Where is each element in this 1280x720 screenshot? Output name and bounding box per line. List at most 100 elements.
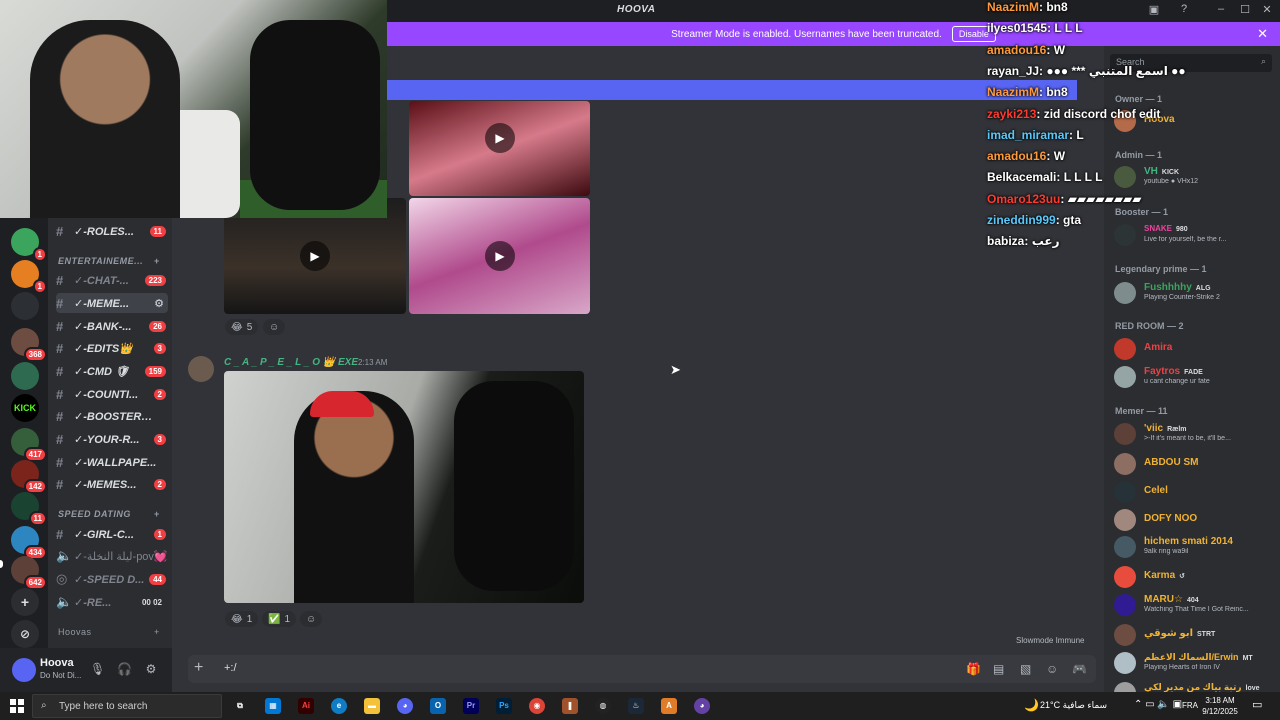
steam-icon[interactable]: ♨: [628, 698, 644, 714]
obs-icon[interactable]: ◍: [595, 698, 611, 714]
member-item[interactable]: 'viic Rælm >-If it's meant to be, it'll be…: [1114, 421, 1276, 445]
kick-server-icon[interactable]: KICK: [11, 394, 39, 422]
message-author[interactable]: C _ A _ P _ E _ L _ O 👑 EXE: [224, 357, 358, 368]
emoji-icon[interactable]: ☺: [1046, 662, 1058, 676]
tray-icons[interactable]: ⌃ ▭ 🔈 ▣: [1134, 699, 1182, 710]
server-icon[interactable]: 642: [11, 556, 47, 590]
video-attachment[interactable]: ▶: [409, 198, 590, 314]
add-reaction-icon[interactable]: ☺: [263, 319, 286, 335]
channel-wallpapers[interactable]: # ✓-WALLPAPE...: [56, 452, 168, 472]
category-entertainment[interactable]: ENTERTAINEME... +: [58, 256, 159, 266]
headphones-icon[interactable]: 🎧: [117, 662, 132, 676]
server-icon[interactable]: 434: [11, 526, 47, 560]
server-icon[interactable]: 1: [11, 228, 47, 262]
outlook-icon[interactable]: O: [430, 698, 446, 714]
image-attachment[interactable]: [224, 371, 584, 603]
member-item[interactable]: السماك الاعظم/Erwin MT Playing Hearts of I…: [1114, 650, 1276, 674]
illustrator-icon[interactable]: Ai: [298, 698, 314, 714]
member-item[interactable]: رتبة بياك من مدير لكي love: [1114, 680, 1276, 692]
server-icon[interactable]: 142: [11, 460, 47, 494]
sticker-icon[interactable]: ▧: [1020, 662, 1031, 676]
twitch-chat-line: babiza: رعب: [987, 234, 1060, 248]
photoshop-icon[interactable]: Ps: [496, 698, 512, 714]
attach-plus-icon[interactable]: +: [194, 659, 203, 677]
member-item[interactable]: hichem smati 2014 9alk ring wa9il: [1114, 534, 1276, 558]
channel-girl-c[interactable]: # ✓-GIRL-C... 1: [56, 524, 168, 544]
member-item[interactable]: Amira: [1114, 336, 1276, 360]
voice-channel-pov[interactable]: 🔈 ✓-ليلة النخلة-pov💓: [56, 546, 168, 566]
channel-counting[interactable]: # ✓-COUNTI... 2: [56, 384, 168, 404]
channel-memes[interactable]: # ✓-MEMES... 2: [56, 474, 168, 494]
stage-icon: ◎: [56, 571, 68, 586]
channel-cmd[interactable]: # ✓-CMD 🛡 159: [56, 361, 168, 381]
server-icon[interactable]: [11, 362, 39, 390]
play-icon[interactable]: ▶: [300, 241, 330, 271]
member-item[interactable]: MARU☆ 404 Watching That Time I Got Reinc..…: [1114, 592, 1276, 616]
edge-icon[interactable]: e: [331, 698, 347, 714]
member-item[interactable]: ابو شوقي STRT: [1114, 622, 1276, 646]
message-input[interactable]: +:/: [224, 662, 237, 674]
channel-roles[interactable]: # ✓-ROLES... 11: [56, 221, 168, 241]
gif-icon[interactable]: ▤: [993, 662, 1004, 676]
file-explorer-icon[interactable]: ▬: [364, 698, 380, 714]
gear-icon[interactable]: ⚙: [144, 662, 158, 676]
avatar[interactable]: [12, 658, 36, 682]
add-server-icon[interactable]: +: [11, 588, 39, 616]
member-item[interactable]: Celel: [1114, 479, 1276, 503]
avatar: [1114, 423, 1136, 445]
play-icon[interactable]: ▶: [485, 241, 515, 271]
message-composer[interactable]: + +:/ 🎁 ▤ ▧ ☺ 🎮: [188, 655, 1096, 683]
discord-icon[interactable]: ◕: [397, 698, 413, 714]
video-attachment[interactable]: ▶: [409, 101, 590, 196]
server-icon[interactable]: [11, 292, 39, 320]
reaction[interactable]: 😂 1: [225, 611, 259, 627]
server-icon[interactable]: 417: [11, 428, 47, 462]
channel-edits[interactable]: # ✓-EDITS👑 3: [56, 338, 168, 358]
hash-icon: #: [56, 526, 64, 542]
twitch-chat-message: : L L L: [1047, 21, 1083, 36]
premiere-icon[interactable]: Pr: [463, 698, 479, 714]
category-speed-dating[interactable]: SPEED DATING +: [58, 509, 159, 519]
reaction[interactable]: ✅ 1: [262, 611, 297, 627]
clock[interactable]: 3:18 AM 9/12/2025: [1196, 695, 1244, 717]
member-item[interactable]: ABDOU SM: [1114, 451, 1276, 475]
hash-icon: #: [56, 223, 64, 239]
server-icon[interactable]: 11: [11, 492, 47, 526]
chrome-icon[interactable]: ◉: [529, 698, 545, 714]
channel-bank[interactable]: # ✓-BANK-... 26: [56, 316, 168, 336]
server-icon[interactable]: 368: [11, 328, 47, 362]
avatar: [1114, 594, 1136, 616]
server-icon[interactable]: 1: [11, 260, 47, 294]
discover-icon[interactable]: ⊘: [11, 620, 39, 648]
windows-start-icon[interactable]: [10, 699, 24, 713]
notification-icon[interactable]: ▭: [1252, 698, 1262, 711]
avatar[interactable]: [188, 356, 214, 382]
twitch-icon[interactable]: ◕: [694, 698, 710, 714]
settings-icon[interactable]: ⚙: [154, 297, 164, 310]
new-messages-bar[interactable]: [387, 80, 1077, 100]
microphone-icon[interactable]: 🎙: [90, 662, 105, 676]
member-item[interactable]: Fushhhhy ALG Playing Counter-Strike 2: [1114, 280, 1276, 304]
channel-booster[interactable]: # ✓-BOOSTER💜: [56, 406, 168, 426]
channel-memes-active[interactable]: # ✓-MEME... ⚙: [56, 293, 168, 313]
app-icon[interactable]: A: [661, 698, 677, 714]
taskbar-search[interactable]: ⌕ Type here to search: [32, 694, 222, 718]
store-icon[interactable]: ▦: [265, 698, 281, 714]
weather-text[interactable]: 21°C سماء صافية: [1040, 700, 1107, 711]
member-item[interactable]: Karma ↺: [1114, 564, 1276, 588]
category-hoovas[interactable]: Hoovas +: [58, 627, 159, 637]
app-icon[interactable]: ❚: [562, 698, 578, 714]
add-reaction-icon[interactable]: ☺: [300, 611, 323, 627]
channel-chat[interactable]: # ✓-CHAT-... 223: [56, 270, 168, 290]
activities-icon[interactable]: 🎮: [1072, 662, 1087, 676]
voice-channel-re[interactable]: 🔈 ✓-RE... 00 02: [56, 592, 168, 612]
reaction[interactable]: 😂 5: [225, 319, 259, 335]
hash-icon: #: [56, 272, 64, 288]
member-item[interactable]: Faytros FADE u cant change ur fate: [1114, 364, 1276, 388]
play-icon[interactable]: ▶: [485, 123, 515, 153]
channel-your-r[interactable]: # ✓-YOUR-R... 3: [56, 429, 168, 449]
voice-channel-speed[interactable]: ◎ ✓-SPEED D... 44: [56, 569, 168, 589]
member-item[interactable]: DOFY NOO: [1114, 507, 1276, 531]
task-view-icon[interactable]: ⧉: [232, 698, 248, 714]
gift-icon[interactable]: 🎁: [966, 662, 981, 676]
